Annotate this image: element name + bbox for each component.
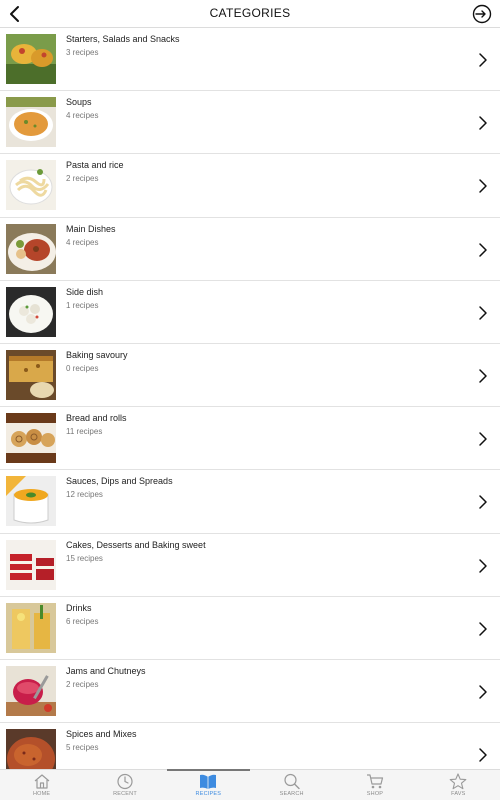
category-row-main-dishes[interactable]: Main Dishes 4 recipes [0, 218, 500, 281]
category-name: Bread and rolls [66, 413, 127, 424]
category-name: Spices and Mixes [66, 729, 137, 740]
recipe-count: 11 recipes [66, 427, 103, 437]
chevron-right-icon [479, 685, 487, 699]
chevron-right-icon [479, 53, 487, 67]
category-thumbnail [6, 160, 56, 211]
recipe-count: 12 recipes [66, 490, 103, 500]
category-name: Soups [66, 97, 92, 108]
category-row-pasta[interactable]: Pasta and rice 2 recipes [0, 154, 500, 218]
category-thumbnail [6, 602, 56, 653]
tab-label: HOME [33, 791, 51, 797]
tab-label: SEARCH [279, 791, 304, 797]
chevron-right-icon [479, 432, 487, 446]
category-row-baking-savoury[interactable]: Baking savoury 0 recipes [0, 344, 500, 408]
category-name: Drinks [66, 602, 92, 613]
exit-icon[interactable] [472, 4, 492, 24]
category-list[interactable]: Starters, Salads and Snacks 3 recipes So… [0, 28, 500, 769]
category-thumbnail [6, 539, 56, 590]
category-row-bread[interactable]: Bread and rolls 11 recipes [0, 407, 500, 471]
category-thumbnail [6, 729, 56, 769]
category-name: Jams and Chutneys [66, 665, 146, 676]
chevron-right-icon [479, 495, 487, 510]
category-row-sauces[interactable]: Sauces, Dips and Spreads 12 recipes [0, 470, 500, 534]
tab-label: RECENT [113, 791, 137, 797]
tab-label: RECIPES [195, 791, 222, 797]
category-thumbnail [6, 97, 56, 148]
category-name: Sauces, Dips and Spreads [66, 476, 173, 487]
recipe-count: 4 recipes [66, 237, 99, 247]
tab-label: FAVS [451, 791, 466, 797]
chevron-right-icon [479, 369, 487, 383]
star-icon [449, 773, 467, 790]
category-name: Cakes, Desserts and Baking sweet [66, 539, 206, 550]
category-row-starters[interactable]: Starters, Salads and Snacks 3 recipes [0, 28, 500, 92]
tab-home[interactable]: HOME [0, 770, 83, 800]
category-name: Side dish [66, 286, 104, 297]
tab-label: SHOP [366, 791, 384, 797]
category-row-drinks[interactable]: Drinks 6 recipes [0, 597, 500, 660]
recipe-count: 0 recipes [66, 363, 99, 373]
chevron-right-icon [479, 306, 487, 320]
page-title: CATEGORIES [209, 6, 291, 20]
book-icon [200, 774, 217, 789]
recipe-count: 1 recipes [66, 300, 99, 310]
bottom-tab-bar: HOME RECENT RECIPES SEARCH SHOP FAVS [0, 769, 500, 800]
search-icon [284, 773, 300, 790]
recipe-count: 3 recipes [66, 48, 99, 57]
recipe-count: 4 recipes [66, 111, 99, 121]
chevron-right-icon [479, 242, 487, 257]
chevron-right-icon [479, 621, 487, 636]
tab-shop[interactable]: SHOP [333, 770, 416, 800]
chevron-right-icon [479, 116, 487, 130]
category-name: Starters, Salads and Snacks [66, 34, 180, 44]
tab-search[interactable]: SEARCH [250, 770, 333, 800]
category-row-jams[interactable]: Jams and Chutneys 2 recipes [0, 660, 500, 724]
category-thumbnail [6, 223, 56, 274]
category-thumbnail [6, 476, 56, 527]
chevron-right-icon [479, 558, 487, 573]
recipe-count: 2 recipes [66, 679, 99, 689]
tab-recipes[interactable]: RECIPES [166, 769, 251, 800]
cart-icon [366, 774, 384, 789]
category-row-side-dish[interactable]: Side dish 1 recipes [0, 281, 500, 344]
recipe-count: 5 recipes [66, 743, 99, 753]
top-bar: CATEGORIES [0, 0, 500, 28]
tab-recent[interactable]: RECENT [83, 770, 166, 800]
clock-icon [117, 773, 133, 790]
category-row-cakes[interactable]: Cakes, Desserts and Baking sweet 15 reci… [0, 534, 500, 597]
category-name: Main Dishes [66, 223, 116, 234]
category-row-spices[interactable]: Spices and Mixes 5 recipes [0, 723, 500, 769]
category-name: Pasta and rice [66, 160, 124, 171]
chevron-right-icon [479, 179, 487, 194]
chevron-right-icon [479, 748, 487, 762]
category-row-soups[interactable]: Soups 4 recipes [0, 91, 500, 155]
category-thumbnail [6, 286, 56, 337]
category-thumbnail [6, 665, 56, 716]
recipe-count: 2 recipes [66, 174, 99, 184]
category-thumbnail [6, 34, 56, 84]
recipe-count: 15 recipes [66, 553, 103, 563]
category-thumbnail [6, 349, 56, 400]
category-name: Baking savoury [66, 349, 128, 360]
home-icon [34, 774, 50, 789]
recipe-count: 6 recipes [66, 616, 99, 626]
tab-favs[interactable]: FAVS [417, 770, 500, 800]
category-thumbnail [6, 413, 56, 464]
